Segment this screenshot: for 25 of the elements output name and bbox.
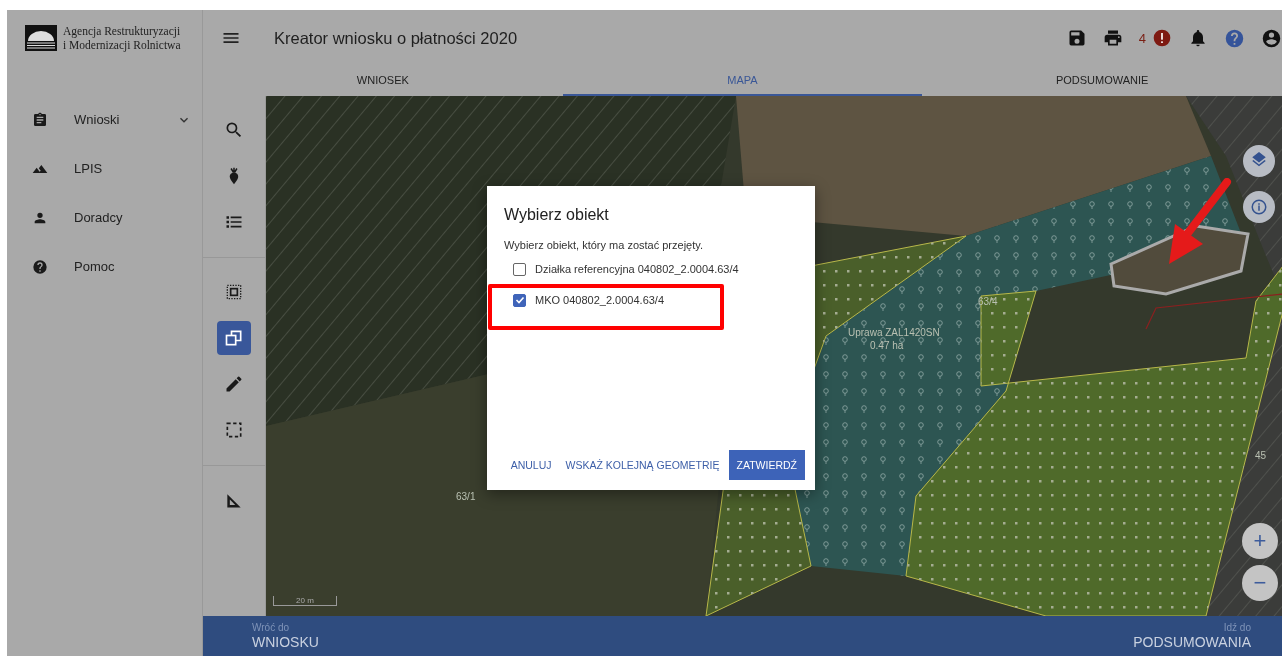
dialog-button[interactable]: ZATWIERDŹ [728,450,805,480]
sidebar-item[interactable]: Pomoc [7,242,202,291]
next-link[interactable]: Idź do PODSUMOWANIA [1133,616,1251,656]
checkbox-option[interactable]: Działka referencyjna 040802_2.0004.63/4 [504,259,805,279]
map-label: 63/1 [456,491,476,503]
dialog-button[interactable]: WSKAŻ KOLEJNĄ GEOMETRIĘ [560,450,725,480]
sidebar-item[interactable]: Wnioski [7,95,202,144]
checkbox-option[interactable]: MKO 040802_2.0004.63/4 [504,290,805,310]
back-link[interactable]: Wróć do WNIOSKU [252,616,319,656]
sidebar-item[interactable]: Doradcy [7,193,202,242]
scale-bar: 20 m [273,596,337,606]
tab[interactable]: PODSUMOWANIE [922,66,1282,96]
alerts-button[interactable]: 4 [1138,28,1172,48]
logo-text: Agencja Restrukturyzacji [63,24,181,38]
page-title: Kreator wniosku o płatności 2020 [274,28,519,48]
map-label: 63/4 [978,296,998,308]
dialog-title: Wybierz obiekt [504,205,610,225]
map-label: 0.47 ha [870,340,904,352]
tab[interactable]: WNIOSEK [203,66,563,96]
dialog-button[interactable]: ANULUJ [505,450,557,480]
dialog-message: Wybierz obiekt, który ma zostać przejęty. [504,238,704,252]
map-label: Uprawa ZAL1420SN [848,327,940,339]
sidebar-item[interactable]: LPIS [7,144,202,193]
map-label: 45 [1255,450,1267,462]
logo-text: i Modernizacji Rolnictwa [63,38,181,52]
